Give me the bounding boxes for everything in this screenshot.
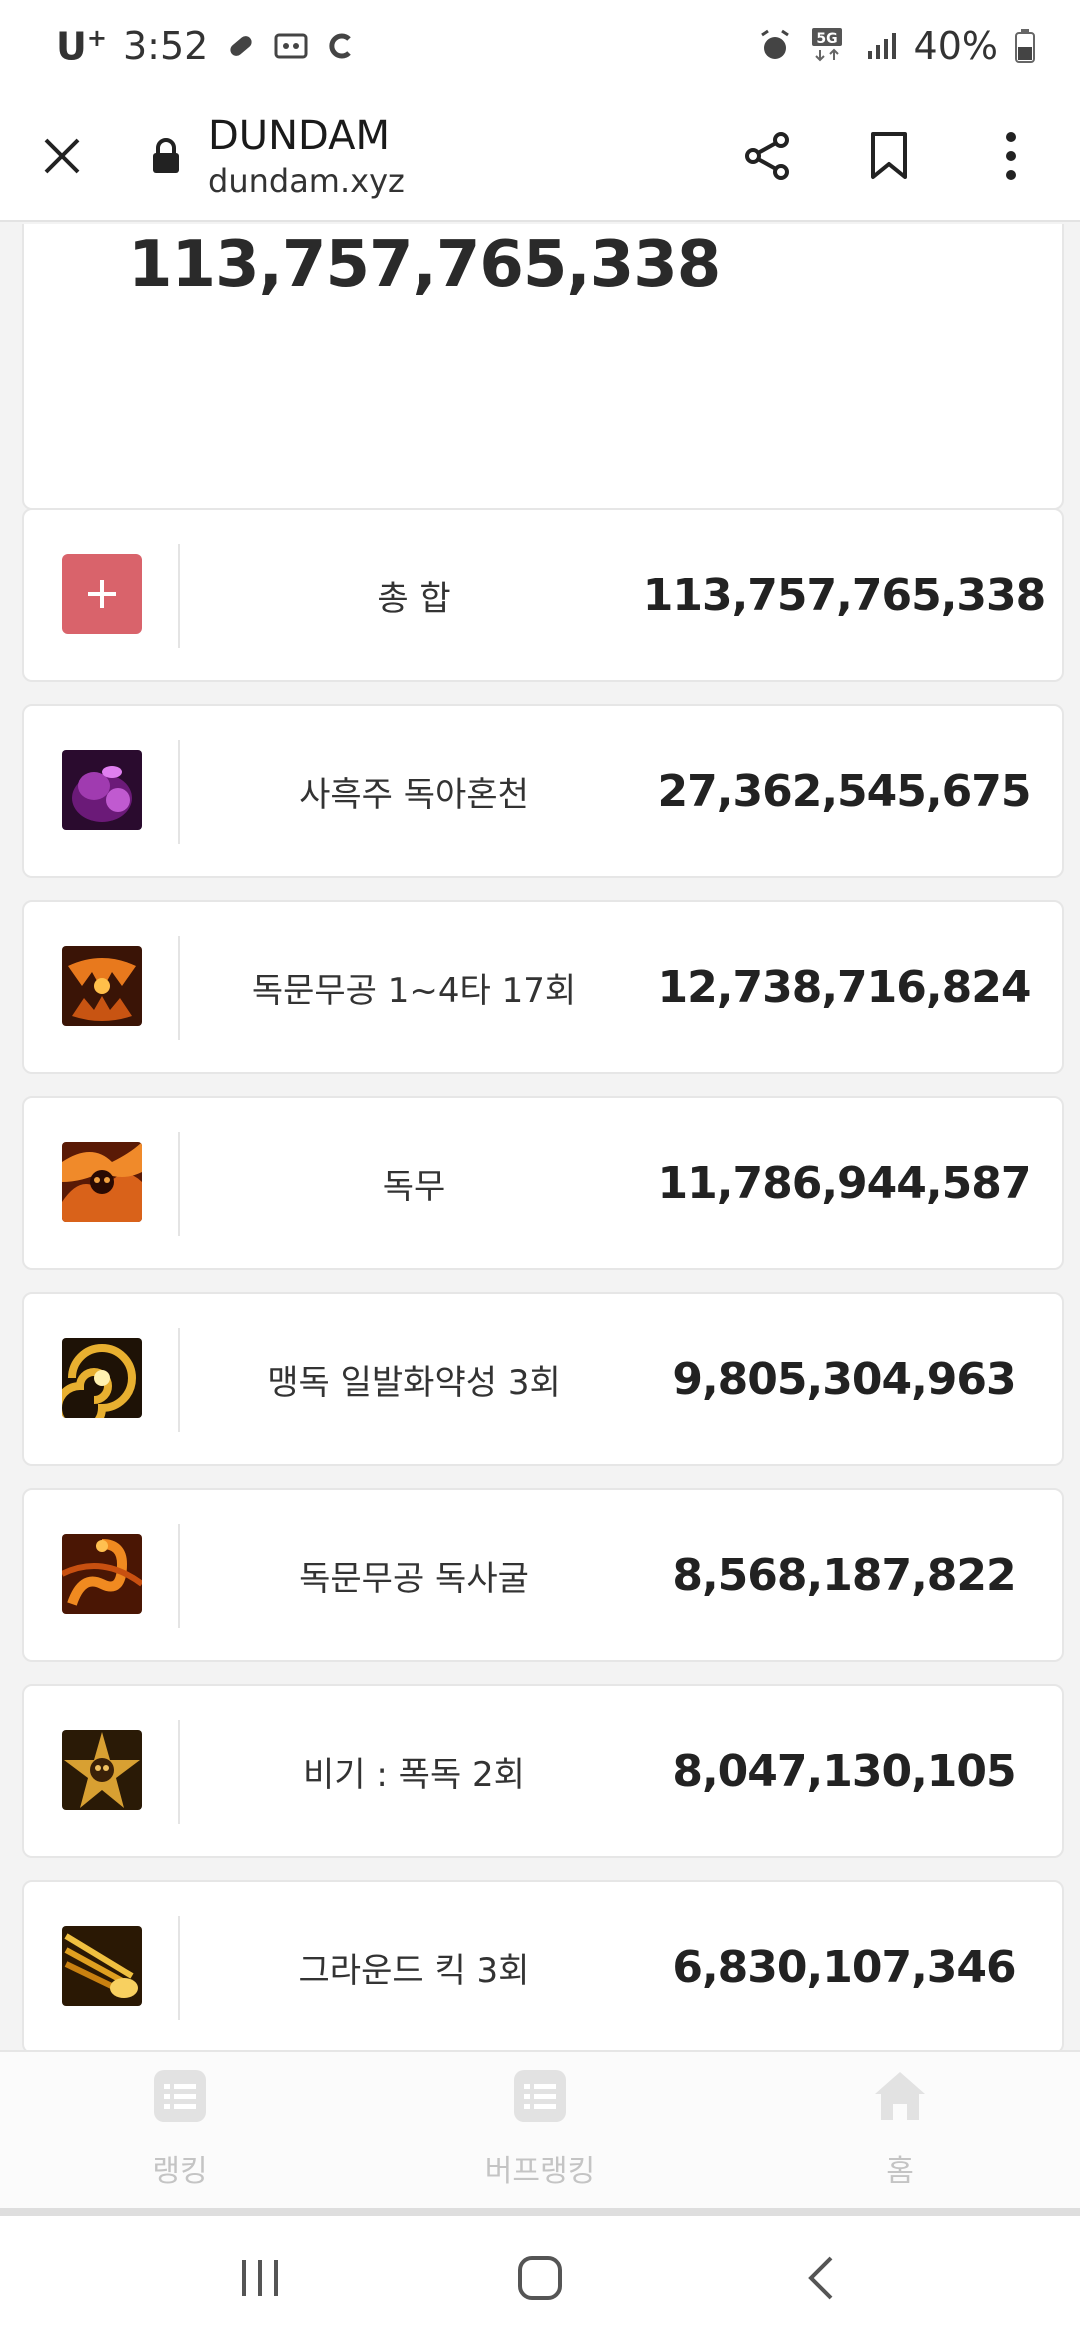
alarm-icon: [758, 29, 792, 63]
lock-icon[interactable]: [146, 136, 186, 176]
skill-damage: 27,362,545,675: [657, 765, 1032, 817]
swirl-skill-icon: [62, 1338, 142, 1418]
system-nav-bar: [0, 2216, 1080, 2340]
tab-label: 랭킹: [152, 2154, 208, 2189]
kick-skill-icon: [62, 1926, 142, 2006]
battery-icon: [1014, 29, 1036, 63]
pill-icon: [224, 29, 258, 63]
tab-label: 버프랭킹: [484, 2154, 596, 2189]
battery-percent: 40%: [913, 24, 998, 68]
home-nav-button[interactable]: [500, 2238, 580, 2318]
svg-text:5G: 5G: [816, 31, 837, 47]
row-divider: [178, 1720, 180, 1824]
bottom-tab-bar: 랭킹 버프랭킹 홈: [0, 2050, 1080, 2210]
skill-damage: 6,830,107,346: [672, 1941, 1016, 1993]
back-chevron-icon: [808, 2256, 833, 2300]
browser-toolbar: DUNDAM dundam.xyz: [0, 92, 1080, 222]
status-bar: U+ 3:52 5G 40%: [0, 0, 1080, 92]
network-5g-icon: 5G: [808, 28, 848, 63]
home-icon: [872, 2068, 928, 2124]
more-menu-button[interactable]: [966, 111, 1056, 201]
back-nav-button[interactable]: [780, 2238, 860, 2318]
page-title: DUNDAM: [208, 113, 390, 159]
skill-damage: 8,568,187,822: [672, 1549, 1016, 1601]
purple-skill-icon: [62, 750, 142, 830]
plus-icon[interactable]: [62, 554, 142, 634]
tab-bar-shadow: [0, 2208, 1080, 2216]
skill-damage: 9,805,304,963: [672, 1353, 1016, 1405]
row-divider: [178, 936, 180, 1040]
close-button[interactable]: [30, 124, 94, 188]
damage-row[interactable]: 비기 : 폭독 2회 8,047,130,105: [22, 1684, 1064, 1858]
skill-damage: 8,047,130,105: [672, 1745, 1016, 1797]
bookmark-icon: [871, 132, 907, 179]
status-left: U+ 3:52: [56, 24, 358, 69]
recent-apps-button[interactable]: [220, 2238, 300, 2318]
snake-skill-icon: [62, 1534, 142, 1614]
row-divider: [178, 544, 180, 648]
skill-name: 독문무공 독사굴: [299, 1558, 529, 1599]
time: 3:52: [122, 24, 209, 68]
address-area[interactable]: DUNDAM dundam.xyz: [208, 111, 405, 201]
row-divider: [178, 1524, 180, 1628]
damage-row[interactable]: 독문무공 독사굴 8,568,187,822: [22, 1488, 1064, 1662]
row-divider: [178, 1328, 180, 1432]
damage-row[interactable]: 사흑주 독아혼천 27,362,545,675: [22, 704, 1064, 878]
skill-name: 총 합: [377, 578, 451, 619]
tab-home[interactable]: 홈: [720, 2052, 1080, 2210]
total-damage-card: 113,757,765,338: [22, 224, 1064, 510]
row-divider: [178, 1916, 180, 2020]
skull-flame-skill-icon: [62, 1142, 142, 1222]
damage-row[interactable]: 독무 11,786,944,587: [22, 1096, 1064, 1270]
damage-row-total[interactable]: 총 합 113,757,765,338: [22, 508, 1064, 682]
skill-name: 독문무공 1~4타 17회: [251, 970, 577, 1011]
carrier-sup: +: [86, 23, 107, 52]
skill-name: 독무: [382, 1166, 446, 1207]
row-divider: [178, 740, 180, 844]
skill-damage: 113,757,765,338: [642, 569, 1047, 621]
share-icon: [745, 132, 789, 180]
skill-damage: 12,738,716,824: [657, 961, 1032, 1013]
list-icon: [512, 2068, 568, 2124]
c-logo-icon: [324, 29, 358, 63]
skill-name: 비기 : 폭독 2회: [303, 1754, 525, 1795]
tab-label: 홈: [886, 2154, 914, 2189]
signal-icon: [864, 29, 898, 63]
damage-row[interactable]: 독문무공 1~4타 17회 12,738,716,824: [22, 900, 1064, 1074]
share-button[interactable]: [722, 111, 812, 201]
cassette-icon: [274, 29, 308, 63]
content-area[interactable]: 113,757,765,338 총 합 113,757,765,338 사흑주 …: [0, 224, 1080, 2050]
page-url: dundam.xyz: [208, 162, 405, 200]
star-skull-skill-icon: [62, 1730, 142, 1810]
skill-name: 맹독 일발화약성 3회: [267, 1362, 561, 1403]
skill-name: 그라운드 킥 3회: [298, 1950, 530, 1991]
more-vertical-icon: [1006, 132, 1016, 180]
skill-name: 사흑주 독아혼천: [299, 774, 529, 815]
skill-damage: 11,786,944,587: [657, 1157, 1032, 1209]
tab-ranking[interactable]: 랭킹: [0, 2052, 360, 2210]
home-square-icon: [518, 2256, 562, 2300]
list-icon: [152, 2068, 208, 2124]
recent-apps-icon: [242, 2260, 278, 2296]
total-damage-value: 113,757,765,338: [128, 228, 721, 302]
row-divider: [178, 1132, 180, 1236]
damage-row[interactable]: 맹독 일발화약성 3회 9,805,304,963: [22, 1292, 1064, 1466]
damage-row[interactable]: 그라운드 킥 3회 6,830,107,346: [22, 1880, 1064, 2050]
browser-actions: [690, 111, 1056, 201]
close-icon: [44, 138, 80, 174]
carrier-text: U: [56, 24, 87, 69]
bookmark-button[interactable]: [844, 111, 934, 201]
tab-buff-ranking[interactable]: 버프랭킹: [360, 2052, 720, 2210]
carrier-label: U+: [56, 24, 107, 69]
fang-skill-icon: [62, 946, 142, 1026]
status-right: 5G 40%: [758, 24, 1036, 68]
